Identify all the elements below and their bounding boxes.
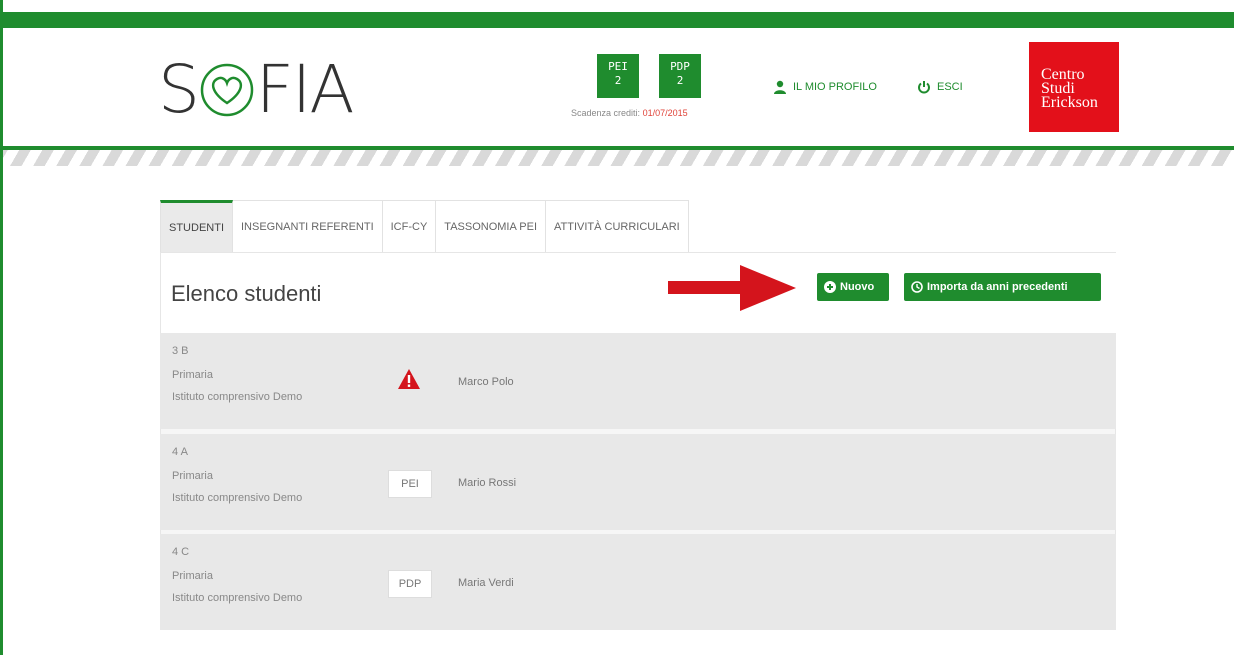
student-level: Primaria xyxy=(172,570,213,582)
tab-insegnanti-referenti[interactable]: INSEGNANTI REFERENTI xyxy=(233,200,383,252)
pdp-badge[interactable]: PDP xyxy=(388,570,432,598)
credit-pei-label: PEI xyxy=(608,60,628,73)
table-row[interactable]: 4 A Primaria Istituto comprensivo Demo P… xyxy=(160,434,1116,530)
student-level: Primaria xyxy=(172,470,213,482)
page-title: Elenco studenti xyxy=(171,281,322,306)
import-previous-years-button[interactable]: Importa da anni precedenti xyxy=(904,273,1101,301)
student-class: 4 C xyxy=(172,546,190,558)
expiry-date: 01/07/2015 xyxy=(642,108,688,118)
credit-pdp-count: 2 xyxy=(676,74,684,87)
tab-icf-cy[interactable]: ICF-CY xyxy=(382,200,437,252)
table-row[interactable]: 4 C Primaria Istituto comprensivo Demo P… xyxy=(160,534,1116,630)
exit-label: ESCI xyxy=(937,81,963,93)
top-bar xyxy=(0,12,1234,28)
student-school: Istituto comprensivo Demo xyxy=(172,592,303,604)
credit-pei[interactable]: PEI 2 xyxy=(597,54,639,98)
sofia-logo[interactable]: S FIA xyxy=(158,50,355,130)
logo-text-left: S xyxy=(158,51,200,128)
plus-circle-icon xyxy=(824,281,836,293)
warning-icon xyxy=(398,369,420,389)
student-level: Primaria xyxy=(172,369,213,381)
new-student-button[interactable]: Nuovo xyxy=(817,273,889,301)
expiry-label: Scadenza crediti: xyxy=(571,108,641,118)
panel-header: Elenco studenti Nuovo Importa da anni pr… xyxy=(161,253,1117,333)
new-button-label: Nuovo xyxy=(840,281,875,293)
logo-text-right: FIA xyxy=(255,51,355,128)
panel-footer xyxy=(160,630,1116,655)
logout-link[interactable]: ESCI xyxy=(917,80,963,94)
credit-pdp[interactable]: PDP 2 xyxy=(659,54,701,98)
clock-circle-icon xyxy=(911,281,923,293)
heart-icon xyxy=(200,63,254,117)
header: S FIA PEI 2 PDP 2 Scadenza crediti: 01/0… xyxy=(3,28,1234,146)
tab-attivita-curriculari[interactable]: ATTIVITÀ CURRICULARI xyxy=(546,200,689,252)
import-button-label: Importa da anni precedenti xyxy=(927,281,1068,293)
brand-line-3: Erickson xyxy=(1041,94,1098,111)
profile-label: IL MIO PROFILO xyxy=(793,81,877,93)
credit-pei-count: 2 xyxy=(614,74,622,87)
credit-expiry: Scadenza crediti: 01/07/2015 xyxy=(571,108,688,118)
student-class: 4 A xyxy=(172,446,188,458)
power-icon xyxy=(918,81,930,94)
table-row[interactable]: 3 B Primaria Istituto comprensivo Demo M… xyxy=(160,333,1116,429)
student-name[interactable]: Maria Verdi xyxy=(458,577,514,589)
pei-badge[interactable]: PEI xyxy=(388,470,432,498)
student-name[interactable]: Marco Polo xyxy=(458,376,514,388)
student-name[interactable]: Mario Rossi xyxy=(458,477,516,489)
student-school: Istituto comprensivo Demo xyxy=(172,391,303,403)
erickson-logo[interactable]: Centro Studi Erickson xyxy=(1029,42,1119,132)
user-icon xyxy=(774,80,786,94)
student-school: Istituto comprensivo Demo xyxy=(172,492,303,504)
arrow-right-icon xyxy=(668,265,796,311)
main-tabs: STUDENTI INSEGNANTI REFERENTI ICF-CY TAS… xyxy=(160,200,689,252)
tab-tassonomia-pei[interactable]: TASSONOMIA PEI xyxy=(436,200,547,252)
striped-band xyxy=(3,150,1234,166)
tab-studenti[interactable]: STUDENTI xyxy=(160,200,233,252)
student-class: 3 B xyxy=(172,345,189,357)
profile-link[interactable]: IL MIO PROFILO xyxy=(773,80,877,94)
credit-pdp-label: PDP xyxy=(670,60,690,73)
